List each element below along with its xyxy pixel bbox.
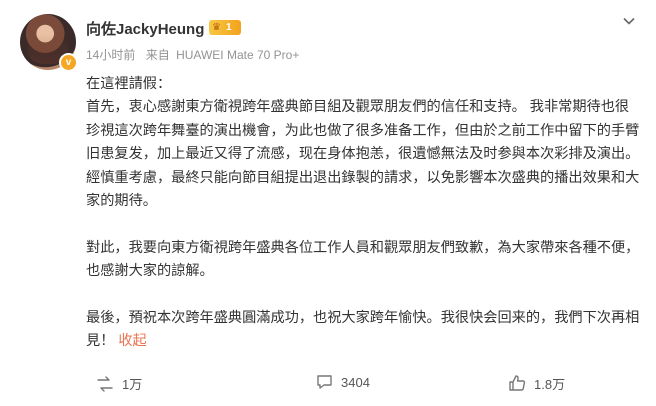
post-paragraph: 對此，我要向東方衛視跨年盛典各位工作人員和觀眾朋友們致歉，為大家帶來各種不便，也… [86, 239, 640, 280]
member-level-badge[interactable]: ♛ 1 [209, 20, 241, 35]
device-source: HUAWEI Mate 70 Pro+ [176, 48, 300, 62]
repost-icon [97, 375, 113, 392]
author-name[interactable]: 向佐JackyHeung [86, 18, 204, 39]
verified-badge-icon: v [59, 53, 78, 72]
repost-button[interactable]: 1万 [96, 374, 142, 393]
thumbs-up-icon [509, 375, 526, 391]
action-bar: 1万 3404 1.8万 [0, 374, 656, 406]
member-level-number: 1 [225, 22, 232, 33]
post-content: 在這裡請假： 首先，衷心感謝東方衛視跨年盛典節目組及觀眾朋友們的信任和支持。 我… [86, 73, 642, 354]
collapse-link[interactable]: 收起 [118, 333, 146, 349]
repost-count: 1万 [122, 377, 143, 392]
post-meta: 14小时前 来自 HUAWEI Mate 70 Pro+ [86, 46, 306, 63]
crown-icon: ♛ [212, 22, 221, 33]
post-paragraph: 在這裡請假： [86, 76, 172, 92]
post-paragraph: 最後，預祝本次跨年盛典圓滿成功，也祝大家跨年愉快。我很快会回来的，我們下次再相見… [86, 307, 642, 354]
weibo-post: v 向佐JackyHeung ♛ 1 14小时前 来自 HUAWEI Mate … [0, 0, 656, 406]
post-time[interactable]: 14小时前 [86, 48, 135, 62]
chevron-down-icon[interactable] [622, 14, 636, 33]
comment-button[interactable]: 3404 [316, 374, 370, 390]
like-count: 1.8万 [534, 377, 566, 392]
post-paragraph: 首先，衷心感謝東方衛視跨年盛典節目組及觀眾朋友們的信任和支持。 我非常期待也很珍… [86, 99, 644, 210]
source-prefix: 来自 [145, 48, 170, 62]
comment-icon [317, 375, 332, 389]
like-button[interactable]: 1.8万 [508, 374, 565, 393]
post-paragraph-text: 最後，預祝本次跨年盛典圓滿成功，也祝大家跨年愉快。我很快会回来的，我們下次再相見… [86, 310, 640, 350]
comment-count: 3404 [341, 374, 370, 390]
